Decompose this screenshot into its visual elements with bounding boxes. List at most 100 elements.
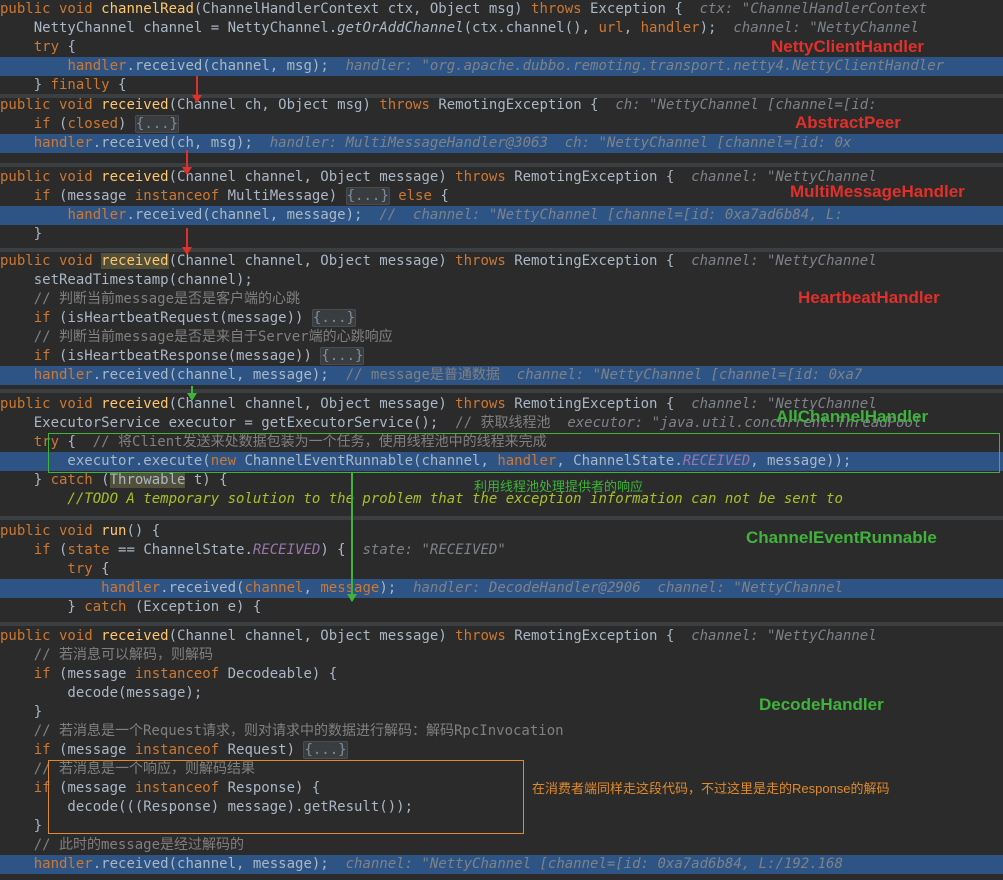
code-line[interactable]: }: [0, 225, 1003, 244]
code-token: public void: [0, 523, 102, 539]
code-token: decode(message);: [0, 685, 203, 701]
code-token: ): [118, 116, 135, 132]
code-token: // channel: "NettyChannel [channel=[id: …: [379, 207, 843, 223]
code-line[interactable]: try {: [0, 560, 1003, 579]
code-line[interactable]: // 若消息是一个Request请求，则对请求中的数据进行解码：解码RpcInv…: [0, 722, 1003, 741]
code-token: instanceof: [134, 188, 228, 204]
code-token: run: [101, 523, 127, 539]
code-token: }: [0, 226, 43, 242]
code-token: ctx: "ChannelHandlerContext: [699, 1, 928, 17]
code-line-highlighted[interactable]: handler.received(channel, message); hand…: [0, 579, 1003, 598]
code-token: if: [0, 666, 60, 682]
code-line[interactable]: if (isHeartbeatResponse(message)) {...}: [0, 347, 1003, 366]
code-token: received: [101, 396, 169, 412]
multi-message-handler-panel: public void received(Channel channel, Ob…: [0, 168, 1003, 248]
label-decode-handler: DecodeHandler: [759, 695, 884, 714]
folded-code-block[interactable]: {...}: [134, 115, 180, 133]
folded-code-block[interactable]: {...}: [345, 187, 390, 205]
code-line[interactable]: public void channelRead(ChannelHandlerCo…: [0, 0, 1003, 19]
code-token: public void: [0, 97, 102, 113]
code-token: .received(channel, msg);: [126, 58, 346, 74]
code-line[interactable]: // 若消息可以解码，则解码: [0, 646, 1003, 665]
code-token: if: [0, 116, 60, 132]
code-token: Decodeable) {: [227, 666, 338, 682]
label-heartbeat-handler: HeartbeatHandler: [798, 288, 940, 307]
code-token: // message是普通数据: [345, 367, 517, 383]
code-line-highlighted[interactable]: handler.received(channel, msg); handler:…: [0, 57, 1003, 76]
code-token: (Channel channel, Object message): [168, 396, 456, 412]
code-line-highlighted[interactable]: handler.received(channel, message); chan…: [0, 855, 1003, 874]
code-token: .received(: [160, 580, 245, 596]
code-token: NettyChannel channel = NettyChannel.: [0, 20, 338, 36]
code-token: public void: [0, 628, 102, 644]
code-token: closed: [67, 116, 119, 132]
folded-code-block[interactable]: {...}: [320, 347, 365, 365]
code-token: }: [0, 77, 51, 93]
code-token: handler: [101, 580, 161, 596]
code-token: }: [0, 472, 51, 488]
code-token: throws: [531, 1, 591, 17]
flow-arrow-green: [187, 386, 197, 401]
code-token: (message: [59, 188, 135, 204]
code-token: state: [67, 542, 119, 558]
code-line[interactable]: public void received(Channel channel, Ob…: [0, 252, 1003, 271]
folded-code-block[interactable]: {...}: [303, 741, 348, 759]
code-token: handler: [33, 856, 93, 872]
code-token: {: [440, 188, 449, 204]
code-token: }: [0, 704, 43, 720]
code-token: finally: [50, 77, 119, 93]
code-line[interactable]: if (message instanceof Decodeable) {: [0, 665, 1003, 684]
code-token: RECEIVED: [252, 542, 321, 558]
code-line-highlighted[interactable]: handler.received(channel, message); // c…: [0, 206, 1003, 225]
folded-code-block[interactable]: {...}: [311, 309, 357, 327]
code-token: handler: [33, 135, 93, 151]
code-line[interactable]: NettyChannel channel = NettyChannel.getO…: [0, 19, 1003, 38]
code-line[interactable]: public void received(Channel channel, Ob…: [0, 627, 1003, 646]
code-token: handler: MultiMessageHandler@3063 ch: "N…: [269, 135, 852, 151]
code-token: );: [699, 20, 734, 36]
flow-arrow-red: [192, 76, 202, 103]
code-token: {: [101, 561, 110, 577]
code-token: RemotingException {: [514, 169, 692, 185]
code-line[interactable]: // 此时的message是经过解码的: [0, 836, 1003, 855]
code-token: }: [0, 818, 43, 834]
code-token: Throwable: [109, 472, 186, 488]
panel-separator: [0, 248, 1003, 252]
label-netty-client-handler: NettyClientHandler: [771, 37, 925, 56]
code-line[interactable]: // 判断当前message是否是来自于Server端的心跳响应: [0, 328, 1003, 347]
code-token: setReadTimestamp(channel);: [0, 272, 253, 288]
heartbeat-handler-panel: public void received(Channel channel, Ob…: [0, 252, 1003, 388]
code-token: (: [101, 472, 110, 488]
panel-separator: [0, 94, 1003, 98]
code-token: Exception {: [590, 1, 700, 17]
code-token: catch: [50, 472, 102, 488]
code-token: .received(channel, message);: [92, 367, 346, 383]
code-token: channel: "NettyChannel: [733, 20, 919, 36]
code-line-highlighted[interactable]: handler.received(channel, message); // m…: [0, 366, 1003, 385]
label-channel-event-runnable: ChannelEventRunnable: [746, 528, 937, 547]
code-token: received: [101, 253, 169, 269]
code-line[interactable]: } catch (Exception e) {: [0, 598, 1003, 617]
code-token: t) {: [185, 472, 228, 488]
code-line[interactable]: } finally {: [0, 76, 1003, 95]
code-token: ,: [303, 580, 321, 596]
code-token: (Channel channel, Object message): [168, 253, 456, 269]
label-multi-message-handler: MultiMessageHandler: [790, 182, 965, 201]
code-line-highlighted[interactable]: handler.received(ch, msg); handler: Mult…: [0, 134, 1003, 153]
code-token: (ChannelHandlerContext ctx, Object msg): [193, 1, 532, 17]
panel-separator: [0, 516, 1003, 520]
code-token: channel: [244, 580, 304, 596]
code-line[interactable]: if (isHeartbeatRequest(message)) {...}: [0, 309, 1003, 328]
code-token: instanceof: [134, 666, 228, 682]
code-token: ch: "NettyChannel [channel=[id:: [615, 97, 877, 113]
code-token: throws: [455, 169, 515, 185]
code-token: public void: [0, 253, 102, 269]
code-line[interactable]: if (message instanceof Request) {...}: [0, 741, 1003, 760]
code-token: //TODO A temporary solution to the probl…: [0, 491, 843, 507]
panel-separator: [0, 389, 1003, 393]
